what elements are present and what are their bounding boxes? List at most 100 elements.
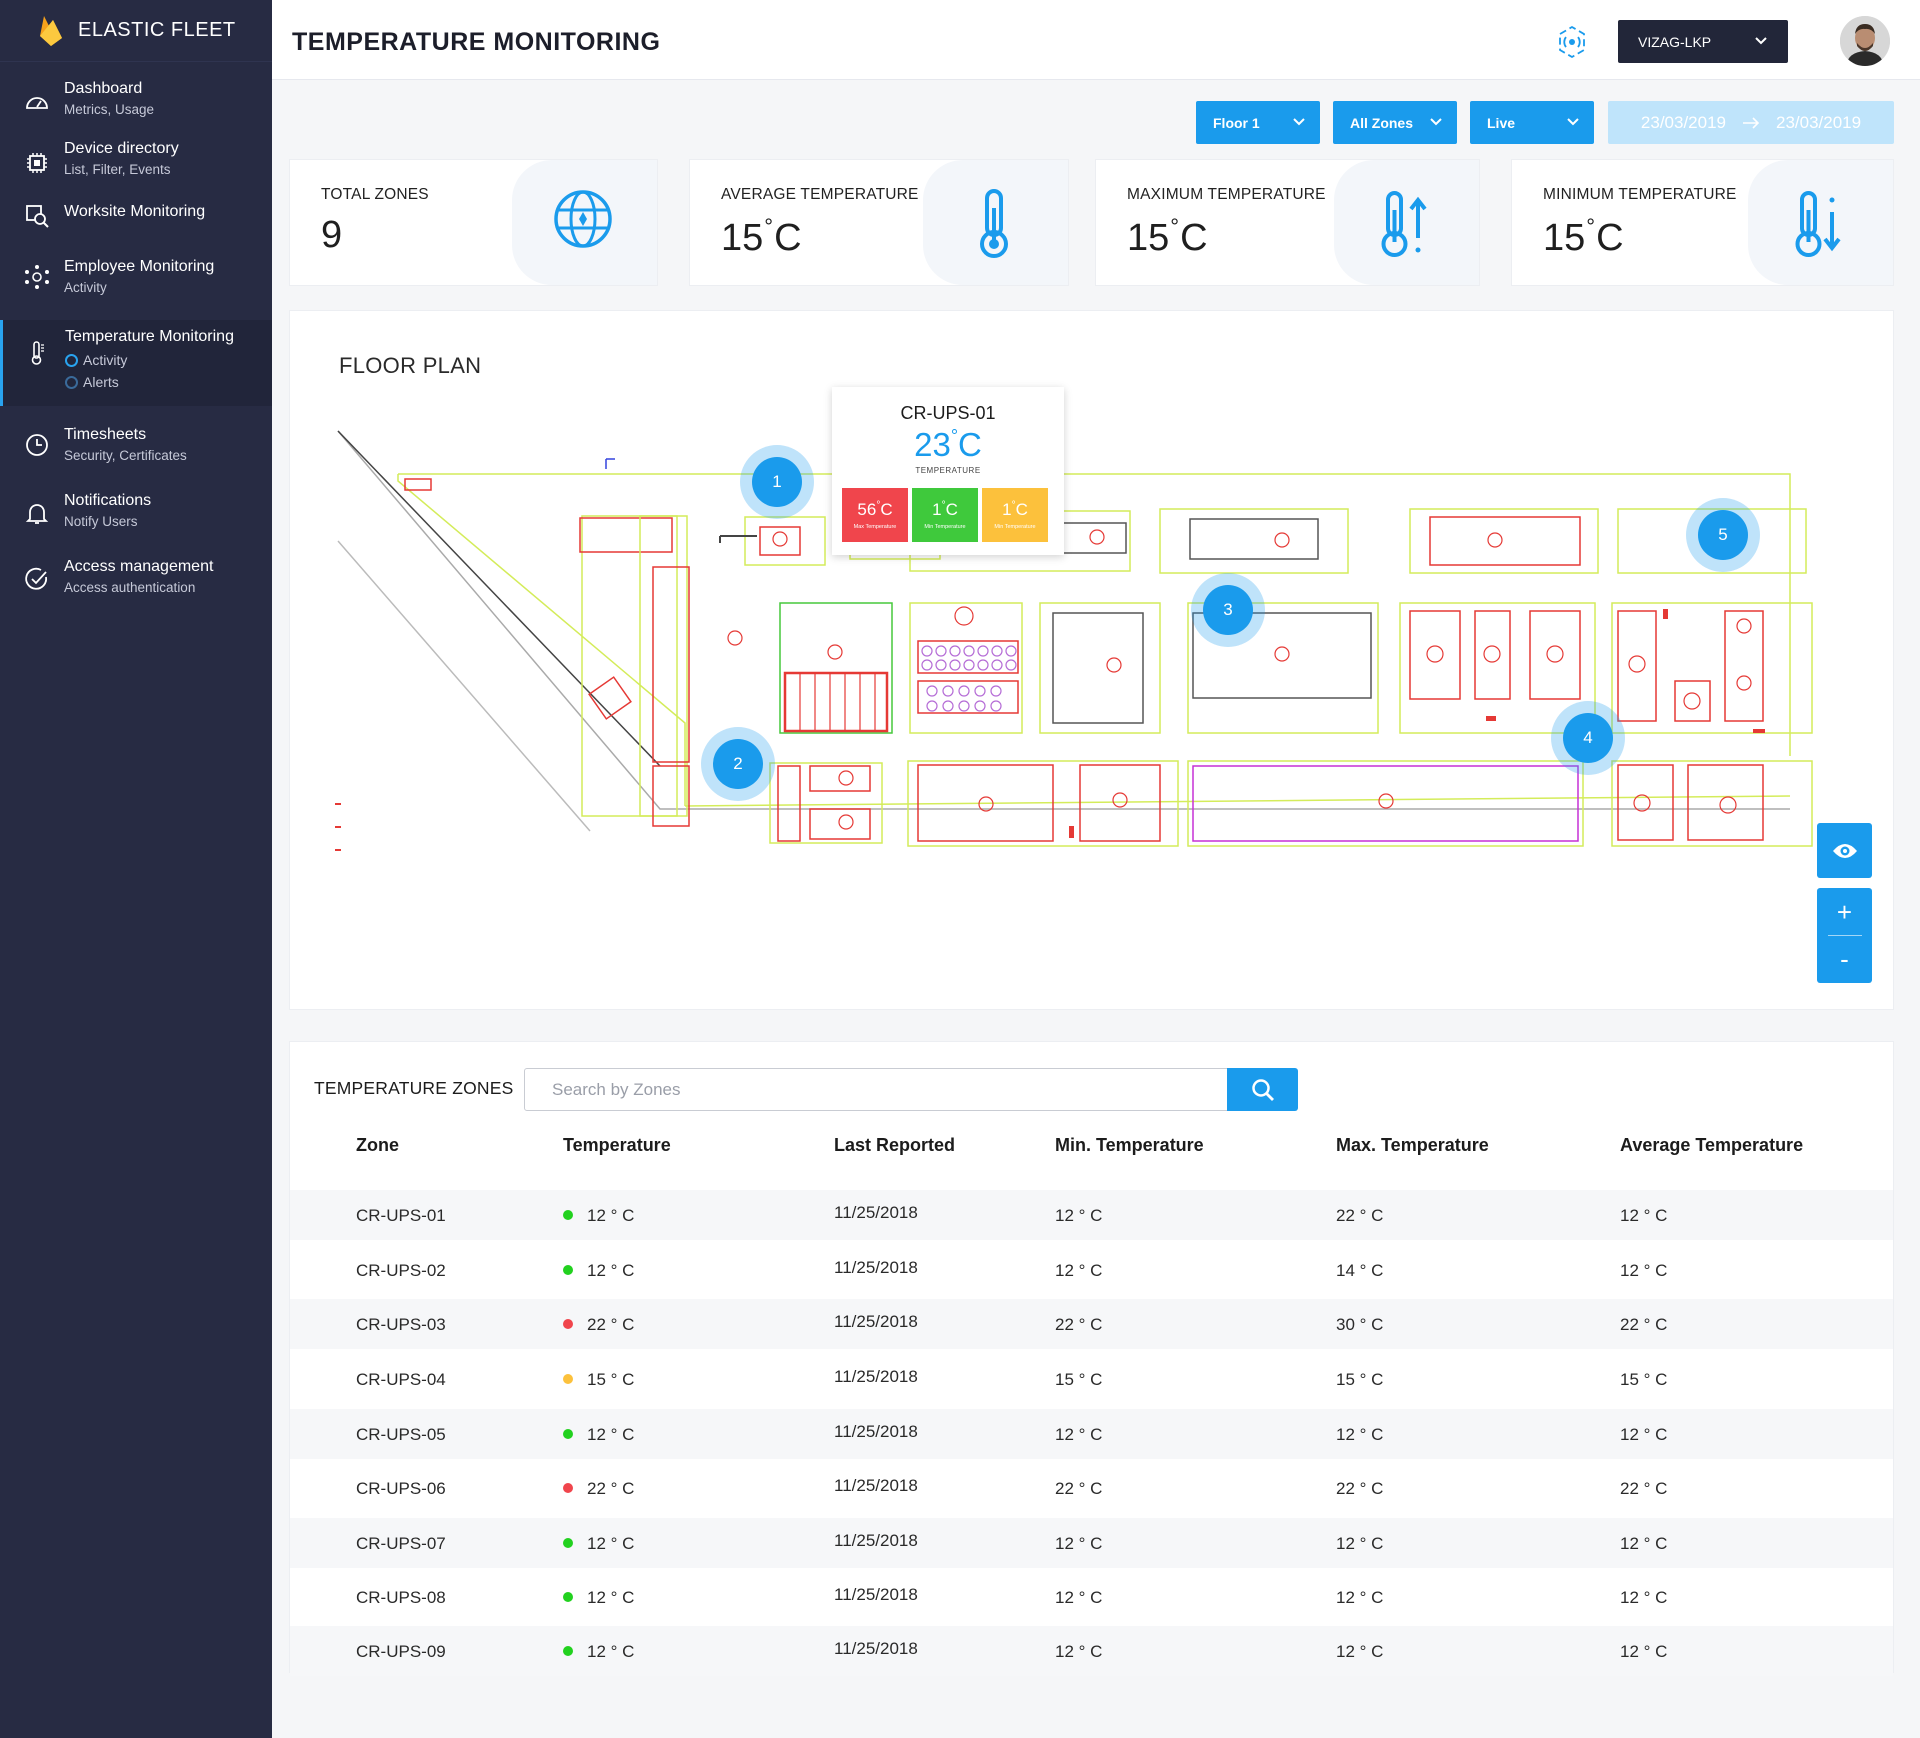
cell-last-reported-text: 11/25/2018 bbox=[834, 1531, 918, 1550]
cell-average-temperature-text: 12 ° C bbox=[1620, 1534, 1668, 1553]
cell-zone: CR-UPS-06 bbox=[356, 1479, 446, 1499]
cell-zone-text: CR-UPS-05 bbox=[356, 1425, 446, 1444]
brand[interactable]: ELASTIC FLEET bbox=[0, 0, 272, 62]
sidebar-item-notifications[interactable]: Notifications Notify Users bbox=[0, 492, 272, 538]
sidebar-item-temperature-monitoring[interactable]: Temperature Monitoring Activity Alerts bbox=[0, 320, 272, 406]
cell-last-reported: 11/25/2018 bbox=[834, 1203, 918, 1223]
cell-zone-text: CR-UPS-06 bbox=[356, 1479, 446, 1498]
table-row[interactable]: CR-UPS-01 12 ° C 11/25/2018 12 ° C 22 ° C 12 … bbox=[290, 1190, 1893, 1240]
column-header-zone[interactable]: Zone bbox=[356, 1135, 399, 1156]
status-dot-icon bbox=[563, 1374, 573, 1384]
stat-label: MINIMUM TEMPERATURE bbox=[1543, 186, 1737, 203]
zoom-in-button[interactable]: + bbox=[1837, 889, 1852, 935]
table-row[interactable]: CR-UPS-09 12 ° C 11/25/2018 12 ° C 12 ° C 12 … bbox=[290, 1626, 1893, 1676]
cell-min-temperature: 12 ° C bbox=[1055, 1261, 1102, 1281]
cell-min-temperature-text: 22 ° C bbox=[1055, 1479, 1103, 1498]
sidebar-item-employee-monitoring[interactable]: Employee Monitoring Activity bbox=[0, 258, 272, 304]
mode-select[interactable]: Live bbox=[1470, 101, 1594, 144]
stat-icon-wrap bbox=[1334, 160, 1479, 285]
date-to: 23/03/2019 bbox=[1776, 112, 1862, 132]
table-row[interactable]: CR-UPS-02 12 ° C 11/25/2018 12 ° C 14 ° C 12 … bbox=[290, 1245, 1893, 1295]
tooltip-max-label: Max Temperature bbox=[853, 524, 897, 530]
sidebar-item-dashboard[interactable]: Dashboard Metrics, Usage bbox=[0, 80, 272, 126]
sidebar-subitem-alerts[interactable]: Alerts bbox=[65, 374, 234, 390]
cell-temperature: 12 ° C bbox=[563, 1425, 634, 1445]
cell-max-temperature: 12 ° C bbox=[1336, 1642, 1383, 1662]
zone-marker-5[interactable]: 5 bbox=[1698, 510, 1748, 560]
column-header-average-temperature[interactable]: Average Temperature bbox=[1620, 1135, 1803, 1156]
cell-temperature: 12 ° C bbox=[563, 1642, 634, 1662]
sidebar-item-sub: Activity bbox=[64, 280, 107, 295]
table-row[interactable]: CR-UPS-06 22 ° C 11/25/2018 22 ° C 22 ° C 22 … bbox=[290, 1463, 1893, 1513]
thermometer-icon bbox=[31, 341, 44, 365]
cell-average-temperature: 12 ° C bbox=[1620, 1425, 1667, 1445]
cell-last-reported: 11/25/2018 bbox=[834, 1476, 918, 1496]
zone-marker-3[interactable]: 3 bbox=[1203, 585, 1253, 635]
sidebar-item-label: Notifications bbox=[64, 492, 152, 509]
cell-min-temperature: 12 ° C bbox=[1055, 1206, 1102, 1226]
sidebar-item-sub: Notify Users bbox=[64, 514, 138, 529]
zones-select[interactable]: All Zones bbox=[1333, 101, 1457, 144]
wireless-sensor-icon[interactable] bbox=[1552, 22, 1592, 62]
zone-marker-2[interactable]: 2 bbox=[713, 739, 763, 789]
radio-active-icon bbox=[65, 353, 78, 367]
top-header: TEMPERATURE MONITORING VIZAG-LKP bbox=[272, 0, 1920, 80]
cell-min-temperature: 22 ° C bbox=[1055, 1315, 1102, 1335]
view-toggle-button[interactable] bbox=[1817, 823, 1872, 878]
arrow-right-icon bbox=[1743, 116, 1760, 129]
sidebar-subitem-activity[interactable]: Activity bbox=[65, 352, 234, 368]
tooltip-min-box: 1°C Min Temperature bbox=[912, 488, 978, 542]
zone-marker-1[interactable]: 1 bbox=[752, 457, 802, 507]
cell-zone: CR-UPS-01 bbox=[356, 1206, 446, 1226]
thermometer-down-icon bbox=[1795, 191, 1841, 257]
cell-zone: CR-UPS-03 bbox=[356, 1315, 446, 1335]
floor-plan-panel: FLOOR PLAN CR-UPS-01 23°C TEMPERATURE 56… bbox=[289, 310, 1894, 1010]
zone-search-input[interactable] bbox=[524, 1068, 1230, 1111]
sidebar-item-worksite-monitoring[interactable]: Worksite Monitoring bbox=[0, 203, 272, 233]
floor-select[interactable]: Floor 1 bbox=[1196, 101, 1320, 144]
stat-icon-wrap bbox=[923, 160, 1068, 285]
table-row[interactable]: CR-UPS-07 12 ° C 11/25/2018 12 ° C 12 ° C 12 … bbox=[290, 1518, 1893, 1568]
table-row[interactable]: CR-UPS-04 15 ° C 11/25/2018 15 ° C 15 ° C 15 … bbox=[290, 1354, 1893, 1404]
subitem-label: Alerts bbox=[83, 374, 119, 390]
chevron-down-icon bbox=[1293, 118, 1305, 126]
zones-title: TEMPERATURE ZONES bbox=[314, 1078, 514, 1098]
column-header-last-reported[interactable]: Last Reported bbox=[834, 1135, 955, 1156]
cell-temperature-text: 22 ° C bbox=[587, 1315, 635, 1334]
cell-temperature: 12 ° C bbox=[563, 1588, 634, 1608]
stat-value: 15°C bbox=[721, 214, 802, 260]
table-row[interactable]: CR-UPS-08 12 ° C 11/25/2018 12 ° C 12 ° C 12 … bbox=[290, 1572, 1893, 1622]
cell-max-temperature-text: 12 ° C bbox=[1336, 1642, 1384, 1661]
column-header-max-temperature[interactable]: Max. Temperature bbox=[1336, 1135, 1489, 1156]
stat-icon-wrap bbox=[512, 160, 657, 285]
column-header-temperature[interactable]: Temperature bbox=[563, 1135, 671, 1156]
chevron-down-icon bbox=[1567, 118, 1579, 126]
cell-temperature: 12 ° C bbox=[563, 1261, 634, 1281]
sidebar-item-label: Employee Monitoring bbox=[64, 258, 215, 275]
cell-zone-text: CR-UPS-03 bbox=[356, 1315, 446, 1334]
zone-marker-4[interactable]: 4 bbox=[1563, 713, 1613, 763]
cell-zone: CR-UPS-09 bbox=[356, 1642, 446, 1662]
date-range-picker[interactable]: 23/03/2019 23/03/2019 bbox=[1608, 101, 1894, 144]
sidebar-item-timesheets[interactable]: Timesheets Security, Certificates bbox=[0, 426, 272, 472]
floor-plan-drawing[interactable] bbox=[290, 311, 1893, 1009]
cell-max-temperature: 22 ° C bbox=[1336, 1479, 1383, 1499]
search-button[interactable] bbox=[1227, 1068, 1298, 1111]
tooltip-temp-value: 23 bbox=[914, 426, 951, 463]
sidebar-item-access-management[interactable]: Access management Access authentication bbox=[0, 558, 272, 604]
site-select[interactable]: VIZAG-LKP bbox=[1618, 20, 1788, 63]
user-avatar[interactable] bbox=[1840, 16, 1890, 66]
cell-average-temperature: 22 ° C bbox=[1620, 1479, 1667, 1499]
column-header-min-temperature[interactable]: Min. Temperature bbox=[1055, 1135, 1204, 1156]
table-row[interactable]: CR-UPS-03 22 ° C 11/25/2018 22 ° C 30 ° C 22 … bbox=[290, 1299, 1893, 1349]
cell-zone-text: CR-UPS-08 bbox=[356, 1588, 446, 1607]
stat-value: 15°C bbox=[1543, 214, 1624, 260]
sidebar-item-device-directory[interactable]: Device directory List, Filter, Events bbox=[0, 140, 272, 186]
cell-average-temperature-text: 12 ° C bbox=[1620, 1206, 1668, 1225]
date-from: 23/03/2019 bbox=[1640, 112, 1726, 132]
site-select-value: VIZAG-LKP bbox=[1638, 33, 1712, 50]
table-row[interactable]: CR-UPS-05 12 ° C 11/25/2018 12 ° C 12 ° C 12 … bbox=[290, 1409, 1893, 1459]
cell-max-temperature-text: 12 ° C bbox=[1336, 1588, 1384, 1607]
zoom-out-button[interactable]: - bbox=[1840, 936, 1849, 982]
sidebar-item-sub: List, Filter, Events bbox=[64, 162, 171, 177]
